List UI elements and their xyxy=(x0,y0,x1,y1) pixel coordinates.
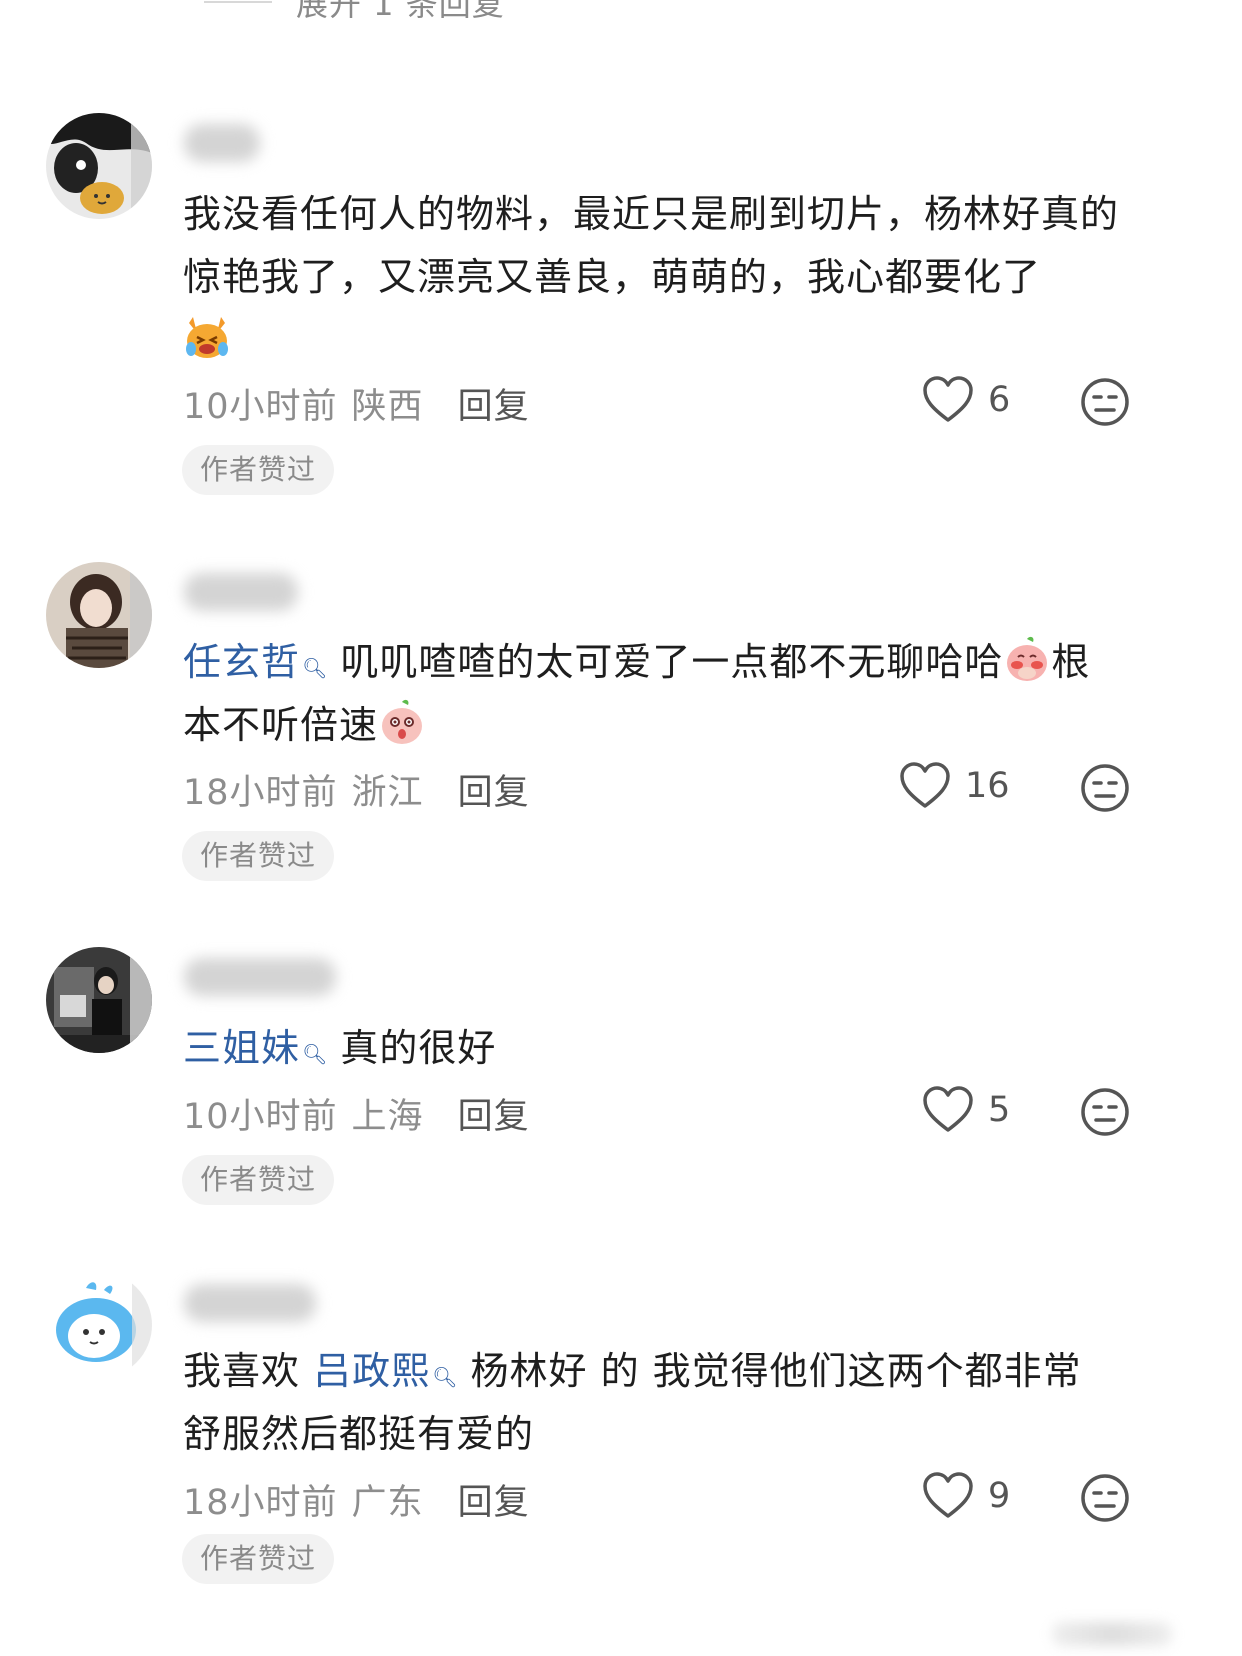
heart-outline-icon xyxy=(923,1472,973,1518)
dislike-button[interactable] xyxy=(1080,377,1130,427)
meh-face-icon xyxy=(1081,764,1129,812)
comment-region: 陕西 xyxy=(351,387,424,427)
dislike-button[interactable] xyxy=(1080,1087,1130,1137)
like-button[interactable]: 16 xyxy=(899,762,1010,810)
author-liked-badge: 作者赞过 xyxy=(182,1155,335,1205)
comment-region: 浙江 xyxy=(351,773,424,813)
meh-face-icon xyxy=(1081,378,1129,426)
crying-cat-emoji-icon xyxy=(183,313,231,361)
avatar[interactable] xyxy=(46,113,152,219)
avatar[interactable] xyxy=(46,947,152,1053)
comment-text: 我没看任何人的物料，最近只是刷到切片，杨林好真的惊艳我了，又漂亮又善良，萌萌的，… xyxy=(183,192,1120,299)
comment-text: 真的很好 xyxy=(340,1026,497,1070)
comment-text: 杨林好 的 我觉得他们这两个都非常 xyxy=(470,1349,1082,1393)
comment-text: 根 xyxy=(1051,640,1091,684)
comment-meta: 10小时前 上海 回复 xyxy=(183,1088,530,1139)
username-blurred[interactable] xyxy=(184,124,260,162)
dislike-button[interactable] xyxy=(1080,763,1130,813)
avatar[interactable] xyxy=(46,562,152,668)
comment-text: 舒服然后都挺有爱的 xyxy=(183,1412,535,1456)
like-button[interactable]: 5 xyxy=(922,1086,1010,1134)
comment-time: 18小时前 xyxy=(183,773,338,813)
comment-body: 我喜欢 吕政熙 🔍︎ 杨林好 的 我觉得他们这两个都非常 舒服然后都挺有爱的 xyxy=(183,1340,1123,1466)
expand-divider-line xyxy=(204,1,272,3)
search-icon: 🔍︎ xyxy=(302,1042,329,1066)
shy-peach-emoji-icon xyxy=(1003,635,1051,683)
comment-time: 10小时前 xyxy=(183,387,338,427)
reply-button[interactable]: 回复 xyxy=(458,378,530,429)
meh-face-icon xyxy=(1081,1088,1129,1136)
comment-text: 本不听倍速 xyxy=(183,703,379,747)
dislike-button[interactable] xyxy=(1080,1473,1130,1523)
mention-link[interactable]: 任玄哲 xyxy=(183,640,300,684)
comment-time: 10小时前 xyxy=(183,1097,338,1137)
comment-text: 叽叽喳喳的太可爱了一点都不无聊哈哈 xyxy=(340,640,1004,684)
heart-outline-icon xyxy=(923,376,973,422)
meh-face-icon xyxy=(1081,1474,1129,1522)
like-count: 16 xyxy=(965,766,1010,806)
heart-outline-icon xyxy=(923,1086,973,1132)
like-count: 6 xyxy=(988,380,1011,420)
comment-body: 我没看任何人的物料，最近只是刷到切片，杨林好真的惊艳我了，又漂亮又善良，萌萌的，… xyxy=(183,183,1123,372)
username-blurred[interactable] xyxy=(184,573,298,611)
comment-text: 我喜欢 xyxy=(183,1349,301,1393)
expand-replies-label[interactable]: 展开 1 条回复 xyxy=(296,0,505,25)
search-icon: 🔍︎ xyxy=(302,656,329,680)
comment-region: 广东 xyxy=(351,1483,424,1523)
like-count: 5 xyxy=(988,1090,1011,1130)
author-liked-badge: 作者赞过 xyxy=(182,445,335,495)
reply-button[interactable]: 回复 xyxy=(458,764,530,815)
heart-outline-icon xyxy=(900,762,950,808)
username-blurred[interactable] xyxy=(184,958,336,996)
comment-meta: 10小时前 陕西 回复 xyxy=(183,378,530,429)
author-liked-badge: 作者赞过 xyxy=(182,1534,335,1584)
comment-time: 18小时前 xyxy=(183,1483,338,1523)
author-liked-badge: 作者赞过 xyxy=(182,831,335,881)
reply-button[interactable]: 回复 xyxy=(458,1474,530,1525)
username-blurred[interactable] xyxy=(184,1284,316,1322)
expand-replies-row[interactable]: 展开 1 条回复 xyxy=(204,0,505,25)
comment-meta: 18小时前 广东 回复 xyxy=(183,1474,530,1525)
comment-meta: 18小时前 浙江 回复 xyxy=(183,764,530,815)
surprised-peach-emoji-icon xyxy=(378,698,426,746)
mention-link[interactable]: 吕政熙 xyxy=(313,1349,430,1393)
reply-button[interactable]: 回复 xyxy=(458,1088,530,1139)
mention-link[interactable]: 三姐妹 xyxy=(183,1026,300,1070)
avatar[interactable] xyxy=(46,1272,152,1378)
like-button[interactable]: 6 xyxy=(922,376,1010,424)
watermark xyxy=(1052,1622,1172,1646)
search-icon: 🔍︎ xyxy=(432,1365,459,1389)
like-button[interactable]: 9 xyxy=(922,1472,1010,1520)
like-count: 9 xyxy=(988,1476,1011,1516)
comment-region: 上海 xyxy=(351,1097,424,1137)
comment-body: 三姐妹 🔍︎ 真的很好 xyxy=(183,1017,1123,1080)
comment-body: 任玄哲 🔍︎ 叽叽喳喳的太可爱了一点都不无聊哈哈 根 本不听倍速 xyxy=(183,631,1123,757)
